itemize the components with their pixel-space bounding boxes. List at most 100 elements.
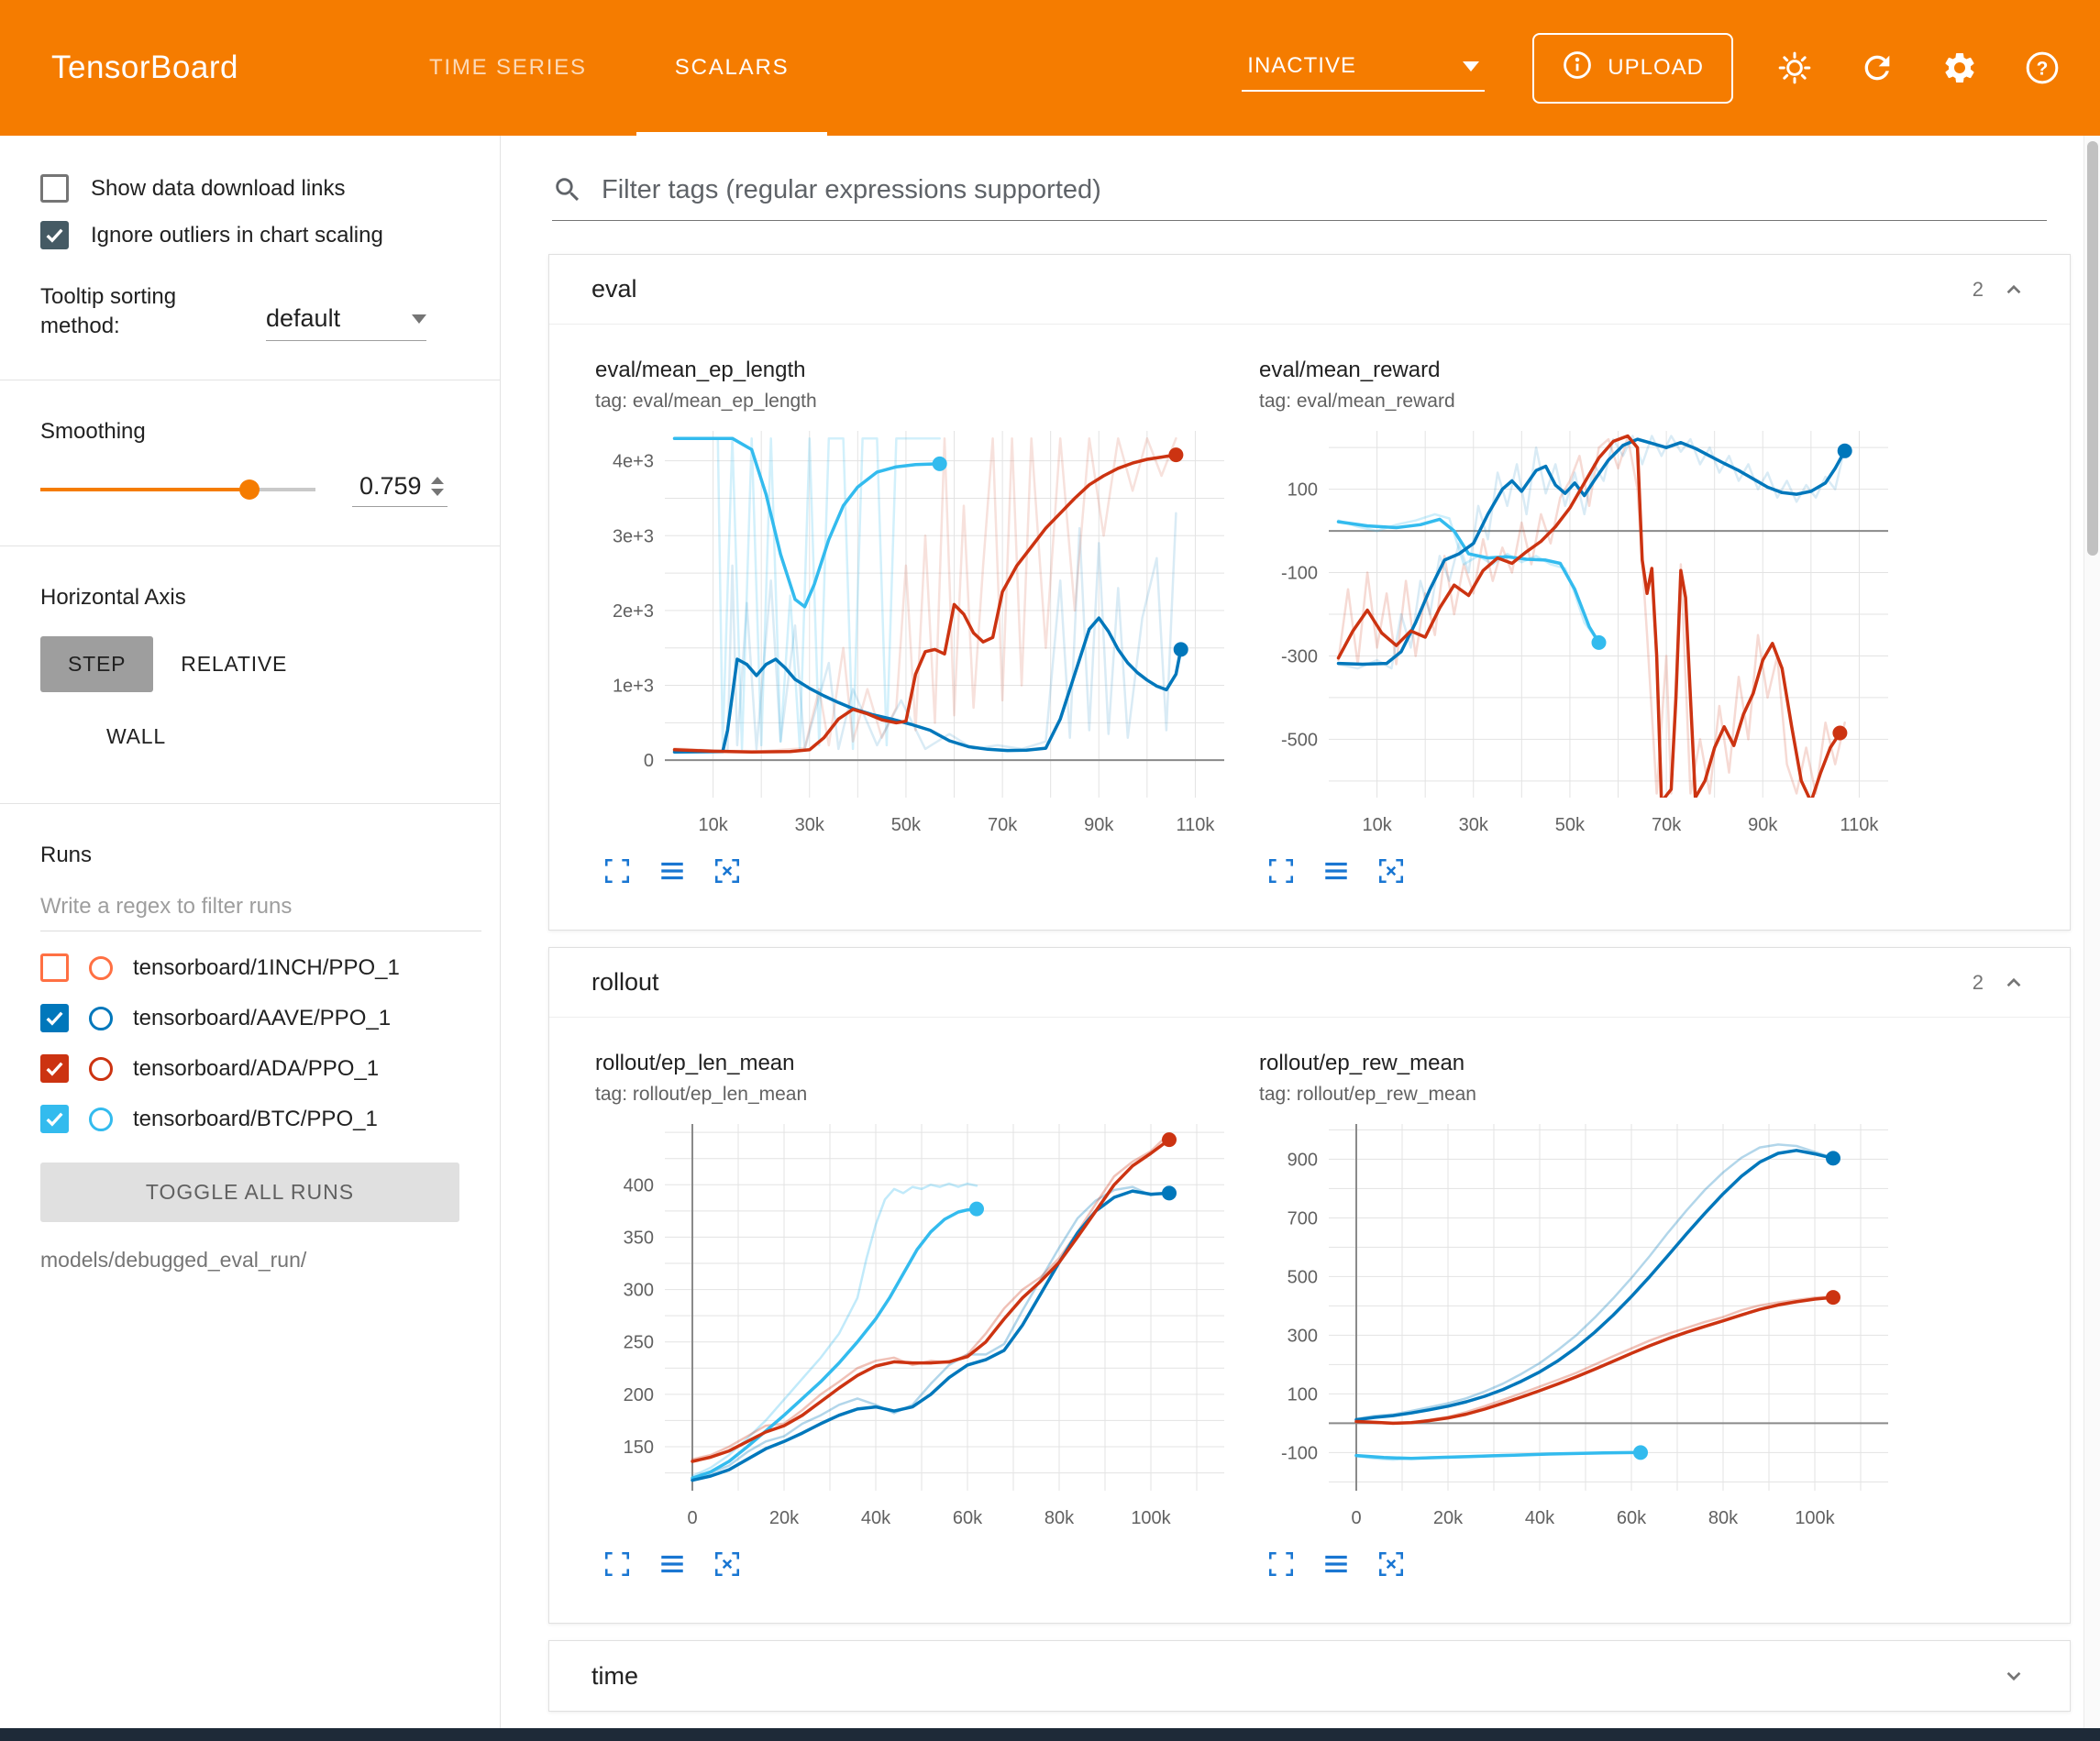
- runs-filter-input[interactable]: Write a regex to filter runs: [40, 894, 481, 931]
- scalar-chart-card: rollout/ep_len_mean tag: rollout/ep_len_…: [591, 1051, 1237, 1579]
- expand-chart-icon[interactable]: [602, 1549, 632, 1579]
- line-chart[interactable]: 10k30k50k70k90k110k01e+32e+33e+34e+3: [591, 420, 1237, 843]
- slider-thumb[interactable]: [239, 479, 260, 500]
- chart-toolbar: [1266, 856, 1901, 886]
- tag-filter-placeholder: Filter tags (regular expressions support…: [602, 175, 1101, 205]
- scalar-chart-card: rollout/ep_rew_mean tag: rollout/ep_rew_…: [1255, 1051, 1901, 1579]
- expand-chart-icon[interactable]: [602, 856, 632, 886]
- svg-text:80k: 80k: [1708, 1508, 1739, 1528]
- vertical-scrollbar[interactable]: [2083, 136, 2100, 1728]
- number-spinner[interactable]: [431, 477, 444, 496]
- brightness-icon[interactable]: [1774, 47, 1816, 89]
- collapse-chevron-down-icon[interactable]: [2000, 1662, 2028, 1690]
- spinner-down-icon[interactable]: [431, 489, 444, 496]
- svg-text:?: ?: [2037, 58, 2049, 79]
- svg-text:100: 100: [1288, 480, 1318, 501]
- show-download-links-checkbox-row[interactable]: Show data download links: [40, 174, 481, 203]
- ignore-outliers-checkbox-row[interactable]: Ignore outliers in chart scaling: [40, 221, 481, 249]
- chart-toolbar: [602, 856, 1237, 886]
- run-color-swatch[interactable]: [89, 956, 113, 980]
- axis-wall-button[interactable]: WALL: [79, 709, 193, 765]
- run-checkbox[interactable]: [40, 1105, 69, 1133]
- run-color-swatch[interactable]: [89, 1107, 113, 1131]
- slider-track: [40, 488, 315, 491]
- axis-step-button[interactable]: STEP: [40, 636, 153, 692]
- tag-group-header-rollout[interactable]: rollout 2: [549, 948, 2070, 1018]
- fit-domain-icon[interactable]: [1376, 856, 1406, 886]
- svg-text:2e+3: 2e+3: [613, 601, 654, 622]
- svg-text:-300: -300: [1281, 647, 1318, 667]
- spinner-up-icon[interactable]: [431, 477, 444, 484]
- chart-title: rollout/ep_len_mean: [595, 1051, 1237, 1076]
- collapse-chevron-up-icon[interactable]: [2000, 969, 2028, 997]
- svg-text:80k: 80k: [1044, 1508, 1075, 1528]
- fit-domain-icon[interactable]: [1376, 1549, 1406, 1579]
- runs-selector-icon[interactable]: [1321, 856, 1351, 886]
- svg-text:30k: 30k: [795, 815, 825, 835]
- tab-time-series[interactable]: TIME SERIES: [385, 0, 631, 136]
- svg-text:100: 100: [1288, 1384, 1318, 1405]
- tag-group-header-time[interactable]: time: [549, 1641, 2070, 1711]
- tag-group-header-eval[interactable]: eval 2: [549, 255, 2070, 325]
- svg-text:10k: 10k: [698, 815, 728, 835]
- tooltip-sorting-dropdown[interactable]: default: [266, 304, 426, 341]
- tag-group-time: time: [548, 1640, 2071, 1712]
- axis-relative-button[interactable]: RELATIVE: [153, 636, 315, 692]
- svg-text:300: 300: [1288, 1326, 1318, 1346]
- tab-scalars[interactable]: SCALARS: [631, 0, 834, 136]
- run-row-aave[interactable]: tensorboard/AAVE/PPO_1: [40, 1004, 481, 1032]
- svg-text:40k: 40k: [1525, 1508, 1555, 1528]
- line-chart[interactable]: 020k40k60k80k100k150200250300350400: [591, 1113, 1237, 1537]
- run-checkbox[interactable]: [40, 1004, 69, 1032]
- svg-text:250: 250: [624, 1333, 654, 1353]
- ignore-outliers-label: Ignore outliers in chart scaling: [91, 223, 383, 248]
- svg-text:90k: 90k: [1748, 815, 1778, 835]
- run-color-swatch[interactable]: [89, 1007, 113, 1030]
- ignore-outliers-checkbox[interactable]: [40, 221, 69, 249]
- run-row-ada[interactable]: tensorboard/ADA/PPO_1: [40, 1054, 481, 1083]
- smoothing-value-input[interactable]: 0.759: [352, 472, 448, 507]
- refresh-icon[interactable]: [1856, 47, 1898, 89]
- line-chart[interactable]: 10k30k50k70k90k110k100-100-300-500: [1255, 420, 1901, 843]
- run-row-btc[interactable]: tensorboard/BTC/PPO_1: [40, 1105, 481, 1133]
- tag-filter-row: Filter tags (regular expressions support…: [501, 136, 2100, 221]
- tooltip-sorting-value: default: [266, 304, 340, 333]
- toggle-all-runs-button[interactable]: TOGGLE ALL RUNS: [40, 1163, 459, 1222]
- run-color-swatch[interactable]: [89, 1057, 113, 1081]
- upload-label: UPLOAD: [1608, 55, 1704, 81]
- show-download-links-checkbox[interactable]: [40, 174, 69, 203]
- collapse-chevron-up-icon[interactable]: [2000, 276, 2028, 303]
- check-icon: [43, 1057, 66, 1080]
- runs-selector-icon[interactable]: [658, 1549, 687, 1579]
- check-icon: [43, 1107, 66, 1130]
- upload-button[interactable]: UPLOAD: [1532, 33, 1733, 104]
- svg-text:20k: 20k: [769, 1508, 800, 1528]
- runs-selector-icon[interactable]: [658, 856, 687, 886]
- chart-tag: tag: eval/mean_reward: [1259, 391, 1901, 413]
- scalar-chart-card: eval/mean_reward tag: eval/mean_reward 1…: [1255, 358, 1901, 886]
- scrollbar-thumb[interactable]: [2087, 141, 2098, 556]
- horizontal-axis-label: Horizontal Axis: [40, 585, 500, 611]
- svg-text:-500: -500: [1281, 730, 1318, 750]
- settings-gear-icon[interactable]: [1939, 47, 1981, 89]
- run-checkbox[interactable]: [40, 953, 69, 982]
- run-row-1inch[interactable]: tensorboard/1INCH/PPO_1: [40, 953, 481, 982]
- svg-text:60k: 60k: [953, 1508, 983, 1528]
- svg-text:350: 350: [624, 1228, 654, 1248]
- topbar-actions: INACTIVE UPLOAD: [1242, 0, 2100, 136]
- line-chart[interactable]: 020k40k60k80k100k-100100300500700900: [1255, 1113, 1901, 1537]
- tag-filter-input[interactable]: Filter tags (regular expressions support…: [552, 174, 2047, 221]
- fit-domain-icon[interactable]: [713, 856, 742, 886]
- fit-domain-icon[interactable]: [713, 1549, 742, 1579]
- tab-bar: TIME SERIES SCALARS: [385, 0, 833, 136]
- runs-selector-icon[interactable]: [1321, 1549, 1351, 1579]
- data-status-dropdown[interactable]: INACTIVE: [1242, 44, 1485, 92]
- run-checkbox[interactable]: [40, 1054, 69, 1083]
- expand-chart-icon[interactable]: [1266, 856, 1296, 886]
- smoothing-slider[interactable]: [40, 476, 315, 503]
- help-icon[interactable]: ?: [2021, 47, 2063, 89]
- chevron-down-icon: [412, 314, 426, 324]
- svg-text:700: 700: [1288, 1208, 1318, 1229]
- divider: [0, 803, 500, 804]
- expand-chart-icon[interactable]: [1266, 1549, 1296, 1579]
